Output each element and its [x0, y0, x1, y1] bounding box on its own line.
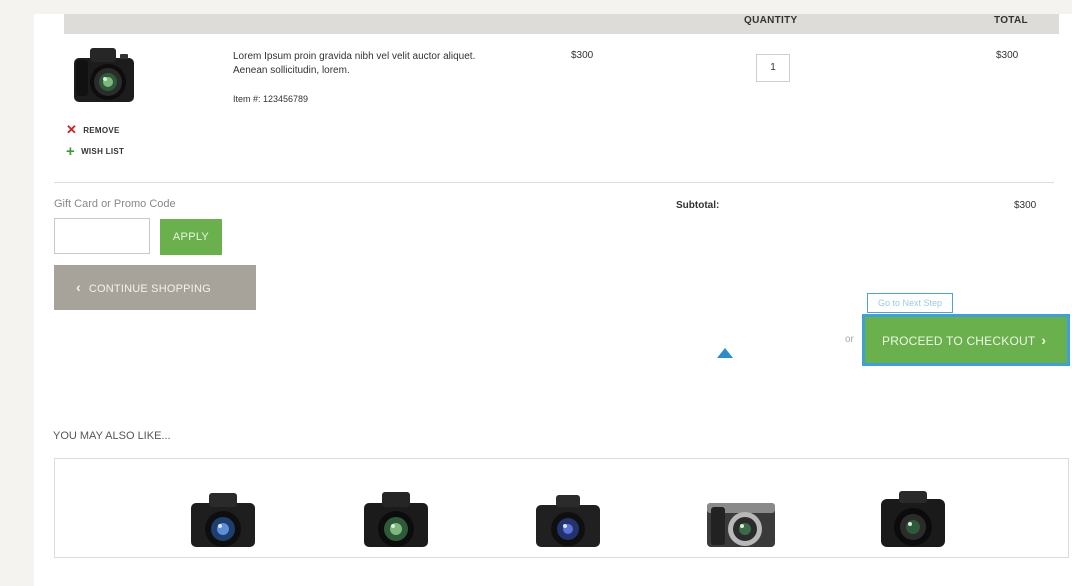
related-product-4-image[interactable] [703, 487, 779, 547]
cart-table-header: QUANTITY TOTAL [64, 14, 1059, 34]
related-products-heading: YOU MAY ALSO LIKE... [53, 430, 171, 442]
product-description: Lorem Ipsum proin gravida nibh vel velit… [233, 51, 476, 76]
quantity-input[interactable]: 1 [756, 54, 790, 82]
related-product-2-image[interactable] [358, 487, 434, 547]
product-price: $300 [571, 50, 594, 61]
promo-code-input[interactable] [54, 218, 150, 254]
proceed-to-checkout-button[interactable]: PROCEED TO CHECKOUT › [862, 314, 1070, 366]
related-product-1-image[interactable] [185, 487, 261, 547]
apply-promo-button[interactable]: APPLY [160, 219, 222, 255]
add-plus-icon: + [66, 143, 76, 160]
remove-item-link[interactable]: ✕ REMOVE [66, 122, 120, 138]
cart-page: QUANTITY TOTAL Lorem Ipsum proin gravida… [34, 14, 1072, 586]
product-item-number: Item #: 123456789 [233, 94, 309, 104]
promo-code-label: Gift Card or Promo Code [54, 198, 176, 210]
continue-shopping-button[interactable]: ‹ CONTINUE SHOPPING [54, 265, 256, 310]
checkout-label: PROCEED TO CHECKOUT [882, 334, 1036, 348]
column-header-quantity: QUANTITY [744, 15, 798, 26]
or-text: or [845, 334, 854, 345]
related-products-carousel [54, 458, 1069, 558]
remove-label: REMOVE [83, 125, 120, 135]
remove-x-icon: ✕ [66, 122, 78, 137]
next-step-tooltip: Go to Next Step [867, 293, 953, 313]
continue-shopping-label: CONTINUE SHOPPING [88, 283, 211, 295]
chevron-left-icon: ‹ [76, 279, 81, 295]
chevron-right-icon: › [1041, 332, 1047, 348]
subtotal-value: $300 [1014, 200, 1037, 211]
column-header-total: TOTAL [994, 15, 1028, 26]
subtotal-label: Subtotal: [676, 200, 720, 211]
related-product-3-image[interactable] [530, 487, 606, 547]
section-divider [54, 182, 1054, 183]
wishlist-link[interactable]: + WISH LIST [66, 143, 124, 160]
pointer-triangle-icon [717, 348, 733, 358]
line-total: $300 [996, 50, 1019, 61]
wishlist-label: WISH LIST [81, 147, 125, 156]
product-camera-image[interactable] [70, 40, 138, 110]
related-product-5-image[interactable] [875, 487, 951, 547]
